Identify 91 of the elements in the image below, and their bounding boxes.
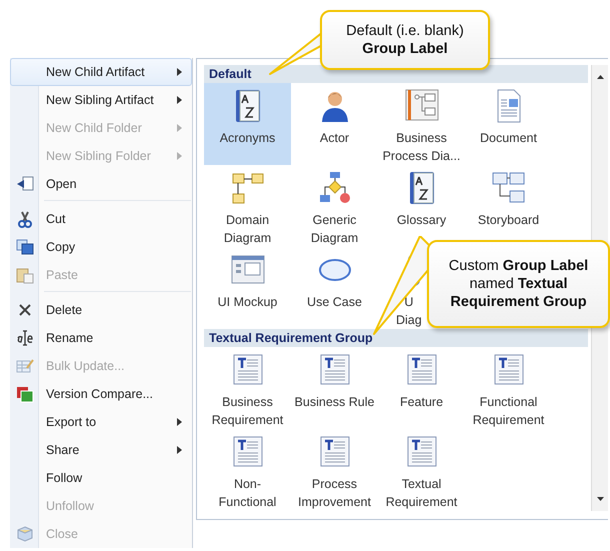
menu-item-label: Export to (46, 415, 98, 429)
group-header: Textual Requirement Group (204, 329, 588, 347)
artifact-label: UI Mockup (218, 294, 278, 311)
text-document-icon (318, 435, 352, 469)
artifact-label: Use Case (307, 294, 362, 311)
menu-item-label: Delete (46, 303, 84, 317)
process-diagram-icon (404, 89, 438, 123)
menu-item-label: Paste (46, 268, 79, 282)
scissors-icon (18, 210, 32, 228)
submenu-arrow-icon (177, 418, 182, 426)
text-document-icon (230, 435, 264, 469)
menu-item[interactable]: Delete (10, 296, 192, 324)
artifact-label: Textual Requirement (386, 476, 458, 511)
menu-item-label: Close (46, 527, 79, 541)
compare-icon (16, 386, 34, 402)
artifact-label: Non- Functional (218, 476, 276, 511)
artifact-tile[interactable]: Non- Functional (204, 429, 291, 511)
artifact-label: Generic Diagram (310, 212, 358, 247)
artifact-label: Acronyms (220, 130, 276, 147)
menu-item[interactable]: Version Compare... (10, 380, 192, 408)
text-document-icon (318, 353, 352, 387)
artifact-label: Business Requirement (212, 394, 284, 429)
callout-tooltip: Default (i.e. blank) Group Label (320, 10, 490, 70)
menu-item-label: Copy (46, 240, 76, 254)
artifact-tile[interactable]: Acronyms (204, 83, 291, 165)
menu-item[interactable]: Copy (10, 233, 192, 261)
menu-item[interactable]: Export to (10, 408, 192, 436)
submenu-arrow-icon (177, 96, 182, 104)
artifact-tile[interactable]: Generic Diagram (291, 165, 378, 247)
artifact-tile[interactable]: Business Process Dia... (378, 83, 465, 165)
artifact-label: Document (480, 130, 537, 147)
cube-icon (17, 526, 33, 542)
artifact-tile[interactable]: Domain Diagram (204, 165, 291, 247)
domain-diagram-icon (230, 171, 264, 205)
menu-item[interactable]: Share (10, 436, 192, 464)
menu-item-label: Follow (46, 471, 84, 485)
artifact-tile[interactable]: UI Mockup (204, 247, 291, 329)
submenu-arrow-icon (177, 68, 182, 76)
menu-item[interactable]: Cut (10, 205, 192, 233)
artifact-label: Feature (400, 394, 444, 411)
artifact-tile[interactable]: Business Requirement (204, 347, 291, 429)
artifact-label: Glossary (396, 212, 446, 229)
text-document-icon (492, 353, 526, 387)
flowchart-icon (318, 171, 352, 205)
menu-item-label: New Sibling Artifact (46, 93, 155, 107)
open-icon (16, 176, 34, 192)
menu-item-label: Version Compare... (46, 387, 154, 401)
text-document-icon (404, 353, 438, 387)
artifact-tile[interactable]: Use Case (291, 247, 378, 329)
text-document-icon (404, 435, 438, 469)
artifact-tile[interactable]: Textual Requirement (378, 429, 465, 511)
artifact-label: Functional Requirement (472, 394, 544, 429)
clipboard-icon (16, 266, 34, 284)
submenu-arrow-icon (177, 152, 182, 160)
menu-item-label: Cut (46, 212, 66, 226)
artifact-tile[interactable]: Process Improvement (291, 429, 378, 511)
menu-item-label: Unfollow (46, 499, 95, 513)
menu-item-label: New Child Artifact (46, 65, 146, 79)
artifact-tile[interactable]: Functional Requirement (465, 347, 552, 429)
menu-item[interactable]: New Sibling Artifact (10, 86, 192, 114)
rename-icon (16, 330, 34, 346)
storyboard-icon (492, 171, 526, 205)
menu-item-label: Bulk Update... (46, 359, 126, 373)
artifact-tile[interactable]: Actor (291, 83, 378, 165)
artifact-label: Business Process Dia... (382, 130, 460, 165)
submenu-arrow-icon (177, 124, 182, 132)
artifact-label: Business Rule (294, 394, 374, 411)
artifact-label: U Diag (396, 294, 422, 329)
table-edit-icon (16, 358, 34, 374)
menu-item[interactable]: Follow (10, 464, 192, 492)
artifact-label: Storyboard (478, 212, 540, 229)
artifact-tile[interactable]: Document (465, 83, 552, 165)
menu-item[interactable]: New Child Artifact (10, 58, 192, 86)
delete-icon (18, 303, 32, 317)
submenu-arrow-icon (177, 446, 182, 454)
copy-icon (16, 239, 34, 255)
menu-item-label: New Child Folder (46, 121, 143, 135)
menu-item-label: New Sibling Folder (46, 149, 152, 163)
scroll-down-icon[interactable] (596, 497, 604, 501)
artifact-label: Process Improvement (298, 476, 371, 511)
menu-item-label: Rename (46, 331, 94, 345)
menu-item-label: Open (46, 177, 78, 191)
artifact-label: Domain Diagram (224, 212, 272, 247)
artifact-label: Actor (320, 130, 350, 147)
scroll-up-icon[interactable] (596, 75, 604, 79)
callout-tooltip: Custom Group Label named Textual Requirement Group (427, 240, 610, 328)
text-document-icon (230, 353, 264, 387)
artifact-tile[interactable]: Business Rule (291, 347, 378, 429)
artifact-tile[interactable]: Feature (378, 347, 465, 429)
menu-item[interactable]: Rename (10, 324, 192, 352)
menu-item-label: Share (46, 443, 80, 457)
